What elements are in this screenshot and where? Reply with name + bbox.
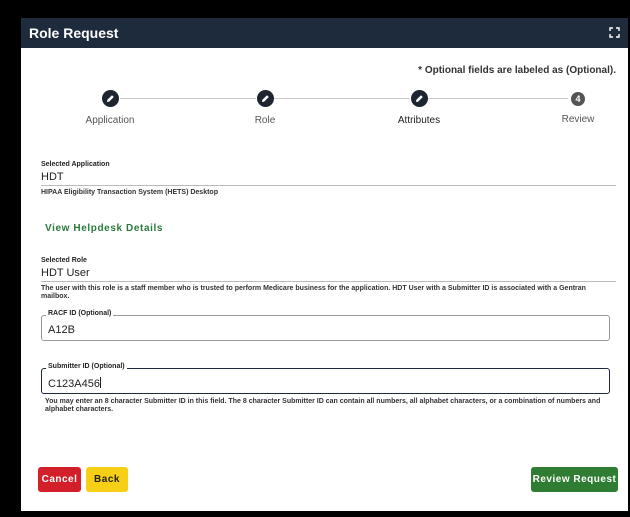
submitter-id-input[interactable]: C123A456 [48, 377, 101, 390]
step-label: Application [85, 115, 135, 126]
field-label: Selected Application [41, 161, 110, 168]
submitter-id-label: Submitter ID (Optional) [46, 363, 127, 370]
dialog-header: Role Request [21, 18, 628, 48]
divider [41, 281, 616, 282]
racf-id-input[interactable]: A12B [48, 324, 75, 336]
pencil-icon [410, 90, 428, 107]
view-helpdesk-link[interactable]: View Helpdesk Details [45, 223, 163, 234]
text-cursor [100, 377, 101, 388]
step-review: 4 Review [523, 90, 630, 125]
step-attributes[interactable]: Attributes [364, 90, 474, 126]
field-label: Selected Role [41, 257, 87, 264]
role-description: The user with this role is a staff membe… [41, 285, 586, 300]
submitter-id-field[interactable]: Submitter ID (Optional) C123A456 [41, 363, 610, 394]
selected-application-field: Selected Application HDT HIPAA Eligibili… [41, 161, 616, 197]
application-description: HIPAA Eligibility Transaction System (HE… [41, 189, 218, 196]
role-value: HDT User [41, 267, 90, 279]
submitter-id-help: You may enter an 8 character Submitter I… [45, 398, 601, 413]
application-value: HDT [41, 171, 64, 183]
divider [41, 185, 616, 186]
racf-id-field[interactable]: RACF ID (Optional) A12B [41, 310, 610, 341]
pencil-icon [101, 90, 119, 107]
pencil-icon [256, 90, 274, 107]
step-role[interactable]: Role [210, 90, 320, 126]
selected-role-field: Selected Role HDT User The user with thi… [41, 257, 616, 301]
submitter-id-value: C123A456 [48, 378, 100, 390]
expand-icon[interactable] [609, 26, 620, 41]
role-request-dialog: Role Request * Optional fields are label… [21, 18, 628, 511]
review-request-button[interactable]: Review Request [531, 467, 618, 492]
optional-fields-note: * Optional fields are labeled as (Option… [418, 65, 616, 76]
racf-id-label: RACF ID (Optional) [46, 310, 114, 317]
dialog-title: Role Request [29, 25, 119, 41]
step-label: Attributes [397, 115, 441, 126]
step-number: 4 [571, 92, 585, 106]
back-button[interactable]: Back [86, 467, 128, 492]
progress-stepper: Application Role Attributes 4 Review [41, 90, 616, 150]
cancel-button[interactable]: Cancel [38, 467, 81, 492]
step-label: Review [561, 114, 595, 125]
step-application[interactable]: Application [55, 90, 165, 126]
step-label: Role [254, 115, 276, 126]
